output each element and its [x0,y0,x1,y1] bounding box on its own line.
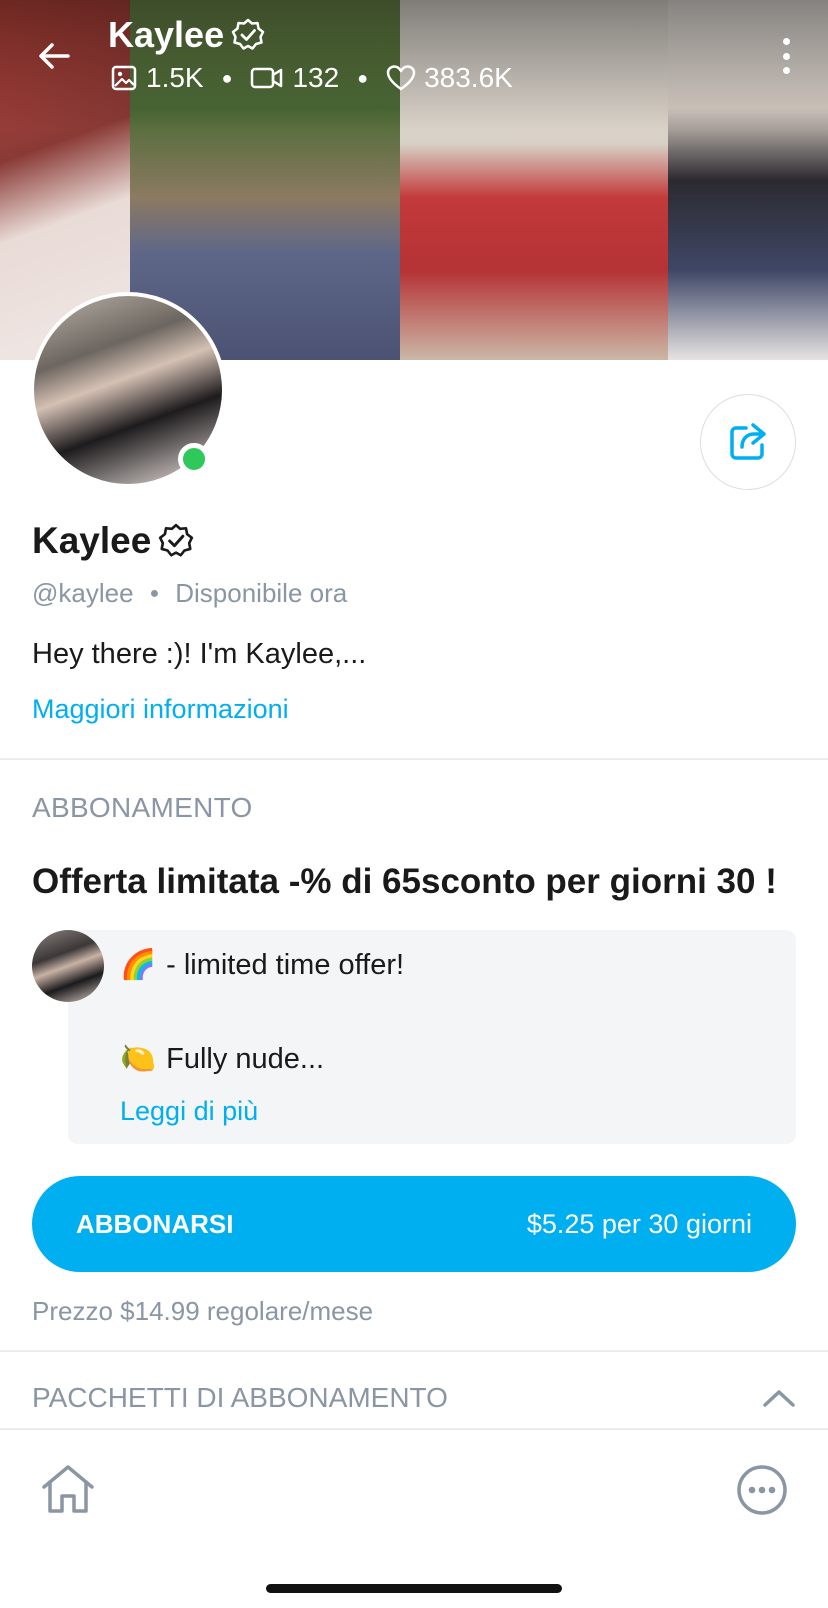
vertical-dots-icon [782,38,790,45]
divider [0,1350,828,1352]
bundles-section-label: PACCHETTI DI ABBONAMENTO [32,1382,448,1413]
home-icon [42,1465,94,1513]
videos-stat: 132 [250,62,339,94]
more-info-link[interactable]: Maggiori informazioni [32,694,289,725]
bottom-navigation [0,1428,828,1608]
regular-price: Prezzo $14.99 regolare/mese [32,1296,374,1326]
read-more-link[interactable]: Leggi di più [120,1096,258,1127]
nav-more-button[interactable] [732,1460,792,1520]
photos-stat: 1.5K [110,62,204,94]
stat-separator: ● [357,67,369,88]
profile-name: Kaylee [32,520,195,562]
verified-badge-icon [159,523,194,557]
back-button[interactable] [30,32,78,80]
subscribe-button-label: ABBONARSI [76,1208,234,1239]
lemon-emoji: 🍋 [120,1043,157,1075]
subscribe-button-price: $5.25 per 30 giorni [526,1208,752,1239]
subscription-section-label: ABBONAMENTO [32,792,253,823]
home-indicator-bar [266,1584,562,1593]
profile-bio: Hey there :)! I'm Kaylee,... [32,638,367,670]
stat-separator: ● [221,67,233,88]
verified-badge-icon [231,18,265,50]
likes-stat: 383.6K [386,62,513,94]
profile-handle: @kaylee [32,578,134,608]
offer-message-line-2: 🍋 Fully nude... [120,1042,324,1076]
profile-meta: @kaylee ● Disponibile ora [32,578,347,609]
likes-count: 383.6K [424,62,513,93]
rainbow-emoji: 🌈 [120,949,157,981]
bundles-header[interactable]: PACCHETTI DI ABBONAMENTO [32,1382,796,1414]
photos-count: 1.5K [146,62,204,93]
availability-status: Disponibile ora [175,578,348,608]
more-options-button[interactable] [774,36,798,76]
online-indicator [178,443,210,475]
header-title: Kaylee [108,14,266,56]
offer-message-text-1: - limited time offer! [166,948,405,981]
arrow-left-icon [39,43,70,69]
videos-count: 132 [292,62,340,93]
subscribe-button[interactable]: ABBONARSI $5.25 per 30 giorni [32,1176,796,1272]
profile-name-text: Kaylee [32,520,152,561]
chevron-up-icon[interactable] [762,1387,796,1409]
divider [0,758,828,760]
heart-icon [386,65,416,91]
image-icon [111,65,137,91]
video-camera-icon [251,67,283,89]
offer-message-text-2: Fully nude... [166,1042,325,1075]
header-name: Kaylee [108,14,225,55]
offer-message-line-1: 🌈 - limited time offer! [120,948,404,982]
share-button[interactable] [700,394,796,490]
header-stats: 1.5K ● 132 ● 383.6K [110,62,513,94]
more-circle-icon [737,1465,787,1515]
nav-home-button[interactable] [38,1460,98,1520]
offer-title: Offerta limitata -% di 65sconto per gior… [32,862,777,901]
share-icon [730,423,766,460]
meta-separator: ● [149,584,160,602]
message-avatar [32,930,104,1002]
